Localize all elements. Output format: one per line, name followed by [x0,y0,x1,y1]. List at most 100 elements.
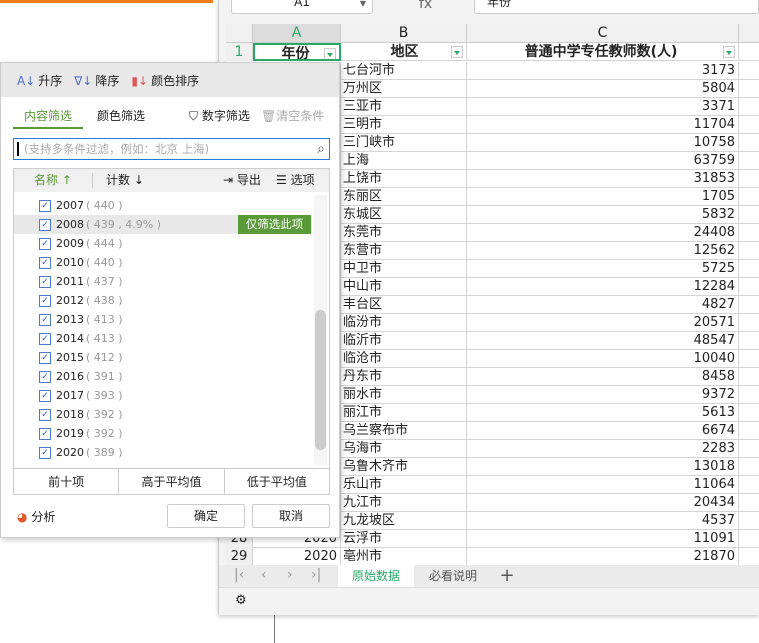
cell-region[interactable]: 三门峡市 [341,134,467,152]
cell-year[interactable]: 2020 [253,548,341,565]
list-item[interactable]: ✓ 2009( 444 ) [14,234,312,253]
formula-input[interactable]: 年份 [474,0,759,14]
filter-dropdown-button[interactable] [723,46,735,58]
list-item[interactable]: ✓ 2019( 392 ) [14,424,312,443]
checkbox[interactable]: ✓ [39,428,51,440]
header-cell-region[interactable]: 地区 [341,43,467,61]
filter-dropdown-button[interactable] [451,46,463,58]
tab-content-filter[interactable]: 内容筛选 [13,107,83,129]
search-input[interactable]: (支持多条件过滤，例如：北京 上海) ⌕ [13,138,330,160]
list-item[interactable]: ✓ 2020( 389 ) [14,443,312,462]
cell-teachers[interactable]: 31853 [467,170,739,188]
cell-teachers[interactable]: 20571 [467,314,739,332]
chevron-down-icon[interactable]: ▼ [360,0,366,11]
checkbox[interactable]: ✓ [39,200,51,212]
sort-by-name[interactable]: 名称 ↑ [34,169,72,192]
cell-region[interactable]: 乌海市 [341,440,467,458]
list-item[interactable]: ✓ 2017( 393 ) [14,386,312,405]
list-item[interactable]: ✓ 2008( 439 , 4.9% ) 仅筛选此项 [14,215,312,234]
last-sheet-icon[interactable]: ›| [311,567,321,583]
column-header-d[interactable] [739,24,759,43]
cell-teachers[interactable]: 5832 [467,206,739,224]
list-item[interactable]: ✓ 2018( 392 ) [14,405,312,424]
cell-region[interactable]: 上海 [341,152,467,170]
list-item[interactable]: ✓ 2007( 440 ) [14,196,312,215]
header-cell-year[interactable]: 年份 [253,43,341,61]
sort-descending-button[interactable]: ∇↓ 降序 [74,72,119,89]
cell-teachers[interactable]: 6674 [467,422,739,440]
tab-original-data[interactable]: 原始数据 [338,565,414,587]
cell-teachers[interactable]: 4537 [467,512,739,530]
cell-region[interactable]: 中山市 [341,278,467,296]
list-scrollbar[interactable] [314,195,327,465]
cell-teachers[interactable]: 9372 [467,386,739,404]
checkbox[interactable]: ✓ [39,371,51,383]
cell-region[interactable]: 三明市 [341,116,467,134]
checkbox[interactable]: ✓ [39,238,51,250]
cell-teachers[interactable]: 10758 [467,134,739,152]
macro-icon[interactable]: ⚙ [235,593,247,608]
export-button[interactable]: ⇥ 导出 [223,169,261,192]
list-item[interactable]: ✓ 2016( 391 ) [14,367,312,386]
checkbox[interactable]: ✓ [39,409,51,421]
next-sheet-icon[interactable]: › [287,567,293,583]
checkbox[interactable]: ✓ [39,257,51,269]
cell-teachers[interactable]: 5804 [467,80,739,98]
cell-region[interactable]: 乌兰察布市 [341,422,467,440]
cell-region[interactable]: 丰台区 [341,296,467,314]
cell-region[interactable]: 东莞市 [341,224,467,242]
cell-region[interactable]: 万州区 [341,80,467,98]
cell-region[interactable]: 九江市 [341,494,467,512]
list-item[interactable]: ✓ 2015( 412 ) [14,348,312,367]
above-average-button[interactable]: 高于平均值 [119,469,225,494]
cell-region[interactable]: 亳州市 [341,548,467,565]
checkbox[interactable]: ✓ [39,314,51,326]
cell-region[interactable]: 三亚市 [341,98,467,116]
cell-teachers[interactable]: 63759 [467,152,739,170]
name-box[interactable]: A1 ▼ [231,0,373,14]
cell-region[interactable]: 九龙坡区 [341,512,467,530]
search-icon[interactable]: ⌕ [317,139,325,159]
row-number[interactable]: 29 [226,548,253,565]
select-all[interactable] [226,24,253,43]
cell-teachers[interactable]: 48547 [467,332,739,350]
cell-region[interactable]: 东城区 [341,206,467,224]
checkbox[interactable]: ✓ [39,352,51,364]
list-item[interactable]: ✓ 2010( 440 ) [14,253,312,272]
ok-button[interactable]: 确定 [167,504,245,528]
clear-conditions-button[interactable]: 🗑清空条件 [261,107,324,124]
cell-region[interactable]: 上饶市 [341,170,467,188]
cell-teachers[interactable]: 2283 [467,440,739,458]
cancel-button[interactable]: 取消 [252,504,330,528]
cell-region[interactable]: 七台河市 [341,62,467,80]
row-number[interactable]: 1 [226,43,253,61]
cell-teachers[interactable]: 11091 [467,530,739,548]
filter-only-this-button[interactable]: 仅筛选此项 [238,215,311,234]
column-header-b[interactable]: B [341,24,467,43]
cell-teachers[interactable]: 4827 [467,296,739,314]
cell-teachers[interactable]: 8458 [467,368,739,386]
header-cell-teachers[interactable]: 普通中学专任教师数(人) [467,43,739,61]
cell-teachers[interactable]: 1705 [467,188,739,206]
prev-sheet-icon[interactable]: ‹ [261,567,267,583]
cell-teachers[interactable]: 5613 [467,404,739,422]
below-average-button[interactable]: 低于平均值 [225,469,329,494]
column-header-c[interactable]: C [467,24,739,43]
cell-teachers[interactable]: 10040 [467,350,739,368]
cell-teachers[interactable]: 12562 [467,242,739,260]
tab-color-filter[interactable]: 颜色筛选 [97,107,145,124]
checkbox[interactable]: ✓ [39,276,51,288]
cell-teachers[interactable]: 3371 [467,98,739,116]
cell-region[interactable]: 丹东市 [341,368,467,386]
cell-region[interactable]: 临沧市 [341,350,467,368]
cell-region[interactable]: 云浮市 [341,530,467,548]
add-sheet-button[interactable]: + [496,565,518,587]
list-item[interactable]: ✓ 2011( 437 ) [14,272,312,291]
cell-region[interactable]: 丽水市 [341,386,467,404]
cell-region[interactable]: 东营市 [341,242,467,260]
cell-region[interactable]: 乌鲁木齐市 [341,458,467,476]
filter-dropdown-button[interactable] [324,48,336,59]
checkbox[interactable]: ✓ [39,295,51,307]
top-ten-button[interactable]: 前十项 [14,469,120,494]
list-item[interactable]: ✓ 2012( 438 ) [14,291,312,310]
